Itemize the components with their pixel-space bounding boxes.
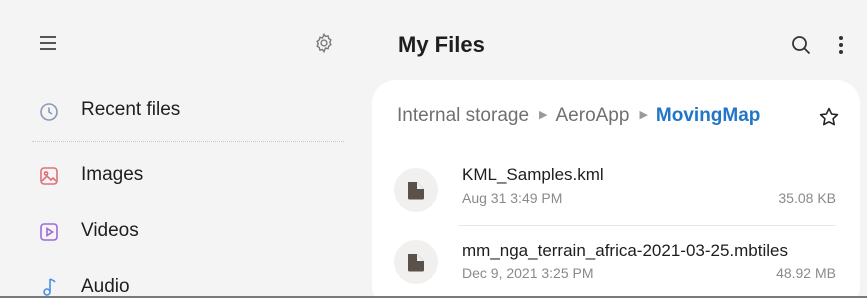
file-date: Aug 31 3:49 PM xyxy=(462,190,563,206)
breadcrumb-separator: ▶ xyxy=(539,109,548,121)
page-title: My Files xyxy=(398,32,485,57)
file-name: mm_nga_terrain_africa-2021-03-25.mbtiles xyxy=(462,241,788,260)
breadcrumb-item-internal-storage[interactable]: Internal storage xyxy=(397,105,529,126)
document-icon xyxy=(408,182,424,200)
file-size: 48.92 MB xyxy=(776,265,836,281)
breadcrumb: Internal storage ▶ AeroApp ▶ MovingMap xyxy=(397,105,760,127)
file-thumbnail xyxy=(394,240,438,284)
music-note-icon xyxy=(38,276,60,298)
document-icon xyxy=(408,254,424,272)
file-row[interactable]: mm_nga_terrain_africa-2021-03-25.mbtiles… xyxy=(372,232,860,298)
star-icon[interactable] xyxy=(818,106,840,128)
my-files-screen: Recent files Images Videos Audio My File… xyxy=(0,0,867,298)
file-list-card: Internal storage ▶ AeroApp ▶ MovingMap KML_S… xyxy=(372,80,860,298)
file-date: Dec 9, 2021 3:25 PM xyxy=(462,265,594,281)
app-header: My Files xyxy=(372,0,867,80)
drawer-item-label: Videos xyxy=(81,220,139,241)
drawer-item-label: Images xyxy=(81,164,144,185)
search-icon[interactable] xyxy=(790,34,812,56)
drawer-divider xyxy=(32,141,344,142)
breadcrumb-separator: ▶ xyxy=(639,109,648,121)
gear-icon[interactable] xyxy=(313,32,335,54)
image-icon xyxy=(38,165,60,187)
navigation-drawer: Recent files Images Videos Audio xyxy=(10,8,358,298)
drawer-item-label: Recent files xyxy=(81,99,181,120)
row-divider xyxy=(458,225,836,226)
drawer-item-recent-files[interactable]: Recent files xyxy=(10,88,358,136)
file-size: 35.08 KB xyxy=(778,190,836,206)
file-thumbnail xyxy=(394,168,438,212)
breadcrumb-item-aeroapp[interactable]: AeroApp xyxy=(556,105,630,126)
file-row[interactable]: KML_Samples.kml Aug 31 3:49 PM 35.08 KB xyxy=(372,158,860,230)
video-icon xyxy=(38,221,60,243)
hamburger-menu-icon[interactable] xyxy=(40,36,58,52)
clock-icon xyxy=(38,101,60,123)
drawer-header xyxy=(10,8,358,80)
breadcrumb-item-current: MovingMap xyxy=(655,105,761,126)
drawer-item-videos[interactable]: Videos xyxy=(10,208,358,256)
more-options-icon[interactable] xyxy=(836,34,846,56)
drawer-item-label: Audio xyxy=(81,276,130,297)
file-name: KML_Samples.kml xyxy=(462,165,604,184)
drawer-item-images[interactable]: Images xyxy=(10,152,358,200)
drawer-item-audio[interactable]: Audio xyxy=(10,264,358,298)
